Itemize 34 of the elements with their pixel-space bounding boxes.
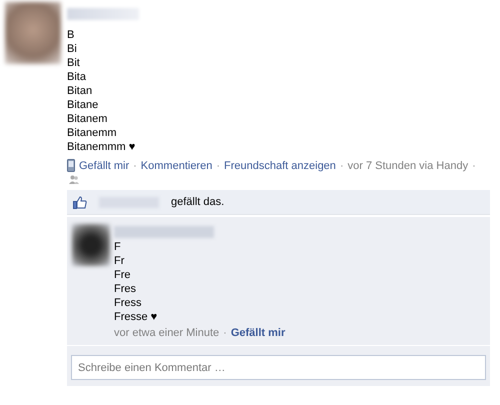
avatar bbox=[5, 2, 61, 64]
comment-text-line: Fre bbox=[114, 268, 132, 282]
comment-text-line: Fres bbox=[114, 282, 137, 296]
post-text-line: Bit bbox=[67, 56, 81, 70]
separator-dot: · bbox=[223, 327, 227, 339]
post-text-line: Bitan bbox=[67, 84, 94, 98]
action-link[interactable]: Gefällt mir bbox=[79, 160, 130, 172]
action-link[interactable]: Kommentieren bbox=[140, 160, 212, 172]
avatar bbox=[72, 224, 110, 266]
separator-dot: · bbox=[472, 160, 476, 172]
friends-icon bbox=[69, 175, 79, 184]
thumbs-up-icon[interactable] bbox=[73, 196, 87, 208]
separator-dot: · bbox=[340, 160, 344, 172]
post-text-line: Bi bbox=[67, 42, 78, 56]
post-timestamp: vor 7 Stunden via Handy bbox=[348, 160, 468, 172]
post-text-line: Bita bbox=[67, 70, 87, 84]
action-link[interactable]: Freundschaft anzeigen bbox=[224, 160, 336, 172]
comment-text-line: F bbox=[114, 240, 122, 254]
comment-input[interactable]: Schreibe einen Kommentar … bbox=[71, 355, 486, 380]
comment-text-line: Fr bbox=[114, 254, 126, 268]
post-text-line: Bitane bbox=[67, 98, 100, 112]
post-text-line: Bitanemm bbox=[67, 126, 118, 140]
post-text-line: Bitanemmm ♥ bbox=[67, 140, 136, 154]
post-text-line: Bitanem bbox=[67, 112, 108, 126]
separator-dot: · bbox=[133, 160, 137, 172]
comment-text-line: Fress bbox=[114, 296, 142, 310]
like-link[interactable]: Gefällt mir bbox=[230, 327, 286, 339]
likes-text: gefällt das. bbox=[171, 196, 224, 208]
comment-timestamp: vor etwa einer Minute bbox=[114, 327, 220, 339]
comment-text-line: Fresse ♥ bbox=[114, 310, 158, 324]
post-text-line: B bbox=[67, 28, 76, 42]
phone-icon bbox=[67, 159, 75, 172]
redacted-name bbox=[67, 8, 139, 20]
separator-dot: · bbox=[216, 160, 220, 172]
